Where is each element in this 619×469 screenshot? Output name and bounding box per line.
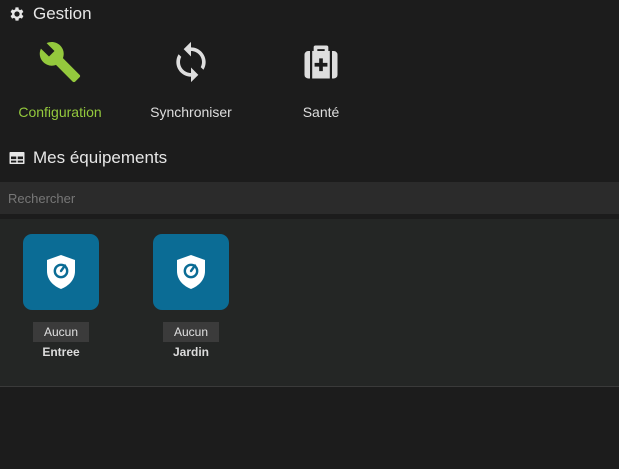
device-tile[interactable] [153,234,229,310]
wrench-icon [36,38,84,86]
sante-label: Santé [302,104,340,120]
equipments-section-title: Mes équipements [8,148,167,168]
gestion-section-title: Gestion [8,4,92,24]
device-name: Jardin [172,345,209,359]
synchroniser-label: Synchroniser [150,104,232,120]
shield-icon [177,255,205,289]
configuration-button[interactable]: Configuration [0,38,125,128]
device-card-entree[interactable]: Aucun Entree [16,234,106,359]
synchroniser-button[interactable]: Synchroniser [126,38,256,128]
device-status-badge: Aucun [32,322,90,342]
gestion-title-text: Gestion [33,4,92,23]
sante-button[interactable]: Santé [256,38,386,128]
medkit-icon [297,38,345,86]
table-icon [8,149,26,167]
equipments-title-text: Mes équipements [33,148,168,167]
device-card-jardin[interactable]: Aucun Jardin [146,234,236,359]
device-status-badge: Aucun [162,322,220,342]
devices-panel: Aucun Entree Aucun Jardin [0,219,619,387]
configuration-label: Configuration [18,104,102,120]
sync-icon [167,38,215,86]
shield-icon [47,255,75,289]
device-tile[interactable] [23,234,99,310]
device-name: Entree [42,345,80,359]
gear-icon [8,5,26,23]
search-input[interactable] [0,182,619,214]
